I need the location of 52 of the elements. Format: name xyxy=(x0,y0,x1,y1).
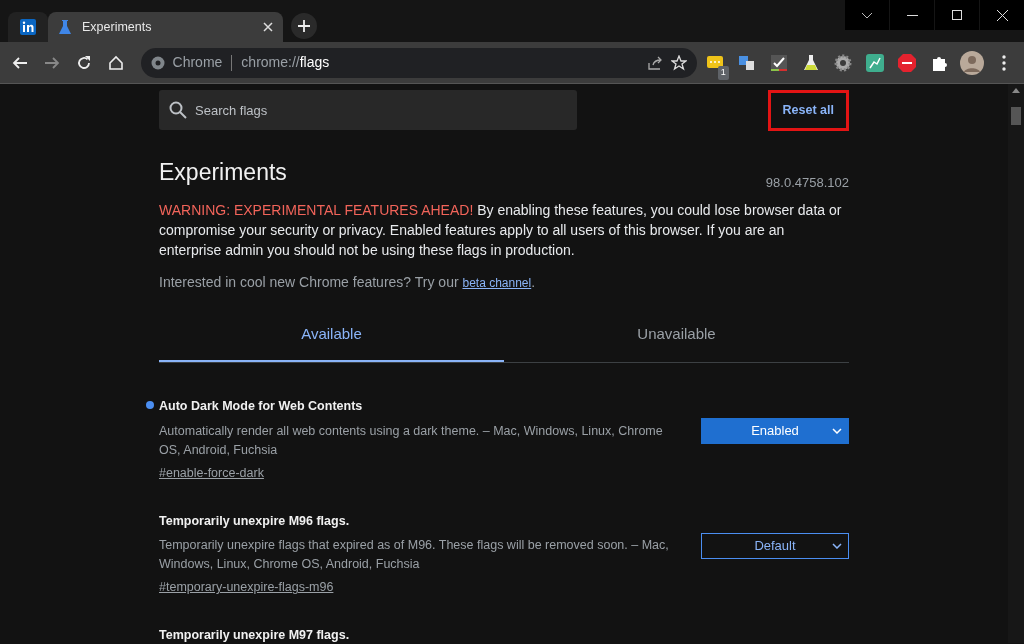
flag-anchor-link[interactable]: #temporary-unexpire-flags-m96 xyxy=(159,578,334,598)
stop-sign-icon[interactable] xyxy=(897,52,918,73)
close-icon[interactable] xyxy=(263,22,273,32)
scrollbar[interactable] xyxy=(1008,84,1024,643)
flag-anchor-link[interactable]: #enable-force-dark xyxy=(159,463,264,483)
count-badge: 1 xyxy=(717,66,729,80)
arrow-icon xyxy=(44,54,61,71)
browser-tab[interactable]: Experiments xyxy=(48,12,283,42)
menu-icon[interactable] xyxy=(1001,54,1006,71)
flag-dropdown[interactable]: Default xyxy=(701,532,849,559)
flag-name: Temporarily unexpire M96 flags. xyxy=(159,512,351,530)
page-tab[interactable]: Available xyxy=(159,315,504,362)
checkmark-icon[interactable] xyxy=(768,52,789,73)
site-icon xyxy=(20,19,36,35)
caret-icon xyxy=(1012,88,1020,93)
reset-button[interactable]: Reset all xyxy=(767,90,849,131)
caret-icon xyxy=(832,542,842,549)
share-icon[interactable] xyxy=(646,54,663,71)
minimize-icon xyxy=(906,14,918,16)
home-icon xyxy=(108,54,125,71)
maximize-icon xyxy=(952,10,962,20)
new-tab-button[interactable] xyxy=(291,13,317,39)
flag-name: Auto Dark Mode for Web Contents xyxy=(159,397,364,415)
warning-text: WARNING: EXPERIMENTAL FEATURES AHEAD! By enabling these features, you could lose browser data or compromise your security or privacy. Enabled features apply to all users of this browser. If you are an enterprise admin you should not be using these flags in production. xyxy=(159,201,843,261)
caret-icon xyxy=(861,11,873,19)
flag-description: Temporarily unexpire flags that expired as of M96. These flags will be removed soon. – Mac, Windows, Linux, Chrome OS, Android, Fuchsia xyxy=(159,537,670,574)
plus-icon xyxy=(298,20,310,32)
arrow-icon xyxy=(12,54,29,71)
page-tab[interactable]: Unavailable xyxy=(504,315,849,362)
scrollbar-thumb[interactable] xyxy=(1011,107,1021,125)
promo-text: Interested in cool new Chrome features? Try our beta channel. xyxy=(159,273,537,293)
close-icon xyxy=(996,9,1008,21)
page-title: Experiments xyxy=(159,158,287,187)
reload-icon xyxy=(76,54,93,71)
pinned-tab[interactable] xyxy=(8,12,48,42)
chrome-icon xyxy=(150,55,165,70)
search-icon xyxy=(169,101,187,120)
site-label: Chrome xyxy=(172,54,223,70)
flag-name: Temporarily unexpire M97 flags. xyxy=(159,627,351,643)
gear-icon[interactable] xyxy=(833,52,854,73)
star-icon[interactable] xyxy=(670,54,687,71)
maximize-button[interactable] xyxy=(935,0,979,30)
tab-title: Experiments xyxy=(82,18,153,36)
address-bar[interactable]: Chrome chrome://flags xyxy=(140,47,697,78)
caret-icon xyxy=(832,427,842,434)
flag-description: Automatically render all web contents using a dark theme. – Mac, Windows, Linux, Chrome OS, Android, Fuchsia xyxy=(159,422,664,459)
version-number: 98.0.4758.102 xyxy=(765,173,849,192)
avatar-icon[interactable] xyxy=(959,50,984,75)
flask-icon xyxy=(58,19,72,35)
search-field[interactable]: Search flags xyxy=(159,90,577,131)
flag-dropdown[interactable]: Enabled xyxy=(701,417,849,444)
url-text: chrome://flags xyxy=(241,54,330,70)
